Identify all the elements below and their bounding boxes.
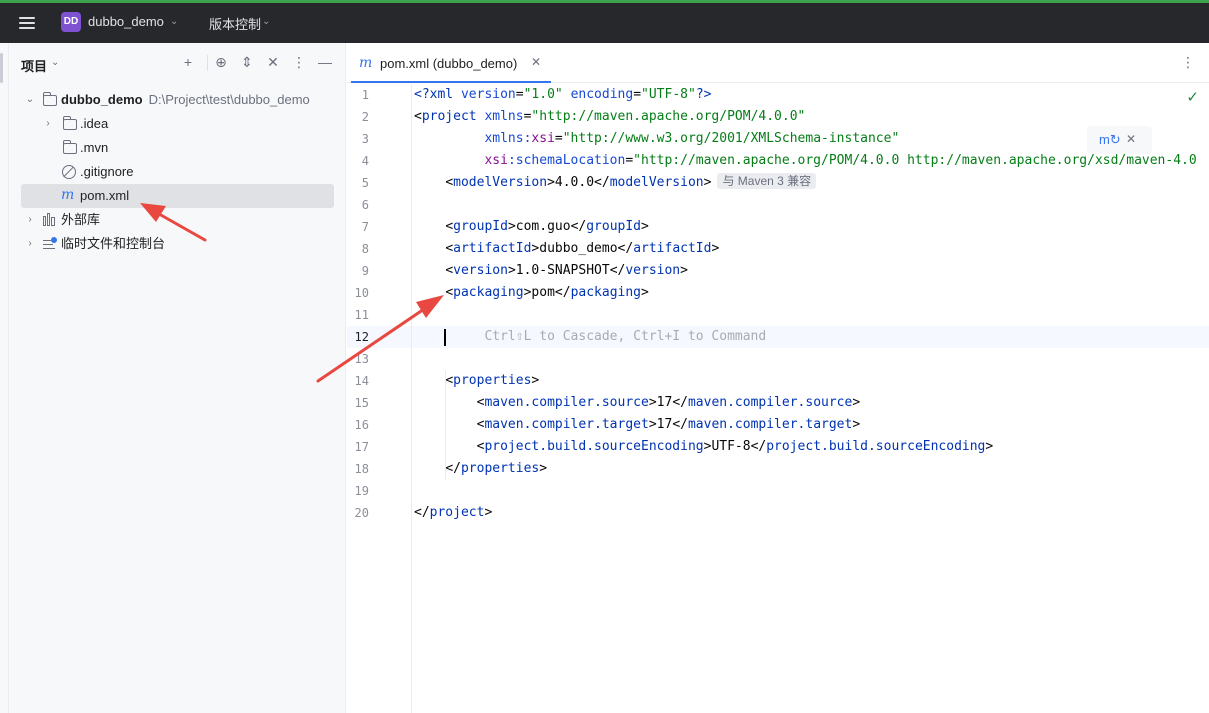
maven-compat-hint[interactable]: 与 Maven 3 兼容 xyxy=(717,173,817,189)
tree-item-path: D:\Project\test\dubbo_demo xyxy=(148,92,310,107)
tree-item-label: .gitignore xyxy=(80,164,134,179)
active-tool-indicator xyxy=(0,53,3,83)
line-number[interactable]: 16 xyxy=(347,414,369,436)
active-tab-indicator xyxy=(351,81,551,83)
tree-item-label: pom.xml xyxy=(80,188,130,203)
code-line-10: <packaging>pom</packaging> xyxy=(445,285,649,300)
vcs-menu[interactable]: 版本控制 xyxy=(209,14,261,33)
line-number[interactable]: 20 xyxy=(347,502,369,524)
tree-item-idea[interactable]: › .idea xyxy=(21,112,334,136)
tree-item-mvn[interactable]: .mvn xyxy=(21,136,334,160)
chevron-down-icon[interactable]: ⌄ xyxy=(170,16,178,27)
line-number[interactable]: 18 xyxy=(347,458,369,480)
tree-item-gitignore[interactable]: .gitignore xyxy=(21,160,334,184)
close-icon[interactable]: ✕ xyxy=(1126,132,1136,146)
code-line-4: xsi:schemaLocation="http://maven.apache.… xyxy=(484,153,1197,168)
line-number[interactable]: 19 xyxy=(347,480,369,502)
expand-all-icon[interactable]: ⇕ xyxy=(238,53,256,71)
code-editor[interactable]: 1 2 3 4 5 6 7 8 9 10 11 12 13 14 15 16 17 18 19 20 ✓ m↻ ✕ <… xyxy=(347,84,1209,713)
line-number[interactable]: 17 xyxy=(347,436,369,458)
line-number[interactable]: 11 xyxy=(347,304,369,326)
code-line-20: </project> xyxy=(414,505,493,520)
code-line-5: <modelVersion>4.0.0</modelVersion> 与 Mave… xyxy=(414,172,817,194)
project-tool-window: 项目 ⌄ + ⊕ ⇕ ✕ ⋮ — ⌄ dubbo_demo D:\Project\… xyxy=(9,43,346,713)
scratches-icon xyxy=(43,237,57,251)
folder-icon xyxy=(63,140,77,154)
line-number[interactable]: 5 xyxy=(347,172,369,194)
code-line-16: <maven.compiler.target>17</maven.compile… xyxy=(476,417,861,432)
title-bar: DD dubbo_demo ⌄ 版本控制 ⌄ xyxy=(0,0,1209,43)
tool-window-strip xyxy=(0,43,9,713)
tab-label: pom.xml (dubbo_demo) xyxy=(380,56,518,71)
code-line-15: <maven.compiler.source>17</maven.compile… xyxy=(476,395,861,410)
code-line-9: <version>1.0-SNAPSHOT</version> xyxy=(445,263,688,278)
ai-hint: Ctrl⇧L to Cascade, Ctrl+I to Command xyxy=(484,329,767,344)
code-line-18: </properties> xyxy=(445,461,548,476)
tree-item-label: 外部库 xyxy=(61,212,101,227)
no-problems-check-icon[interactable]: ✓ xyxy=(1186,88,1199,106)
chevron-right-icon[interactable]: › xyxy=(23,232,37,256)
line-number[interactable]: 13 xyxy=(347,348,369,370)
code-line-3: xmlns:xsi="http://www.w3.org/2001/XMLSch… xyxy=(484,131,900,146)
code-line-14: <properties> xyxy=(445,373,540,388)
line-number[interactable]: 10 xyxy=(347,282,369,304)
line-number[interactable]: 15 xyxy=(347,392,369,414)
line-number-gutter[interactable]: 1 2 3 4 5 6 7 8 9 10 11 12 13 14 15 16 17 18 19 20 xyxy=(347,84,412,713)
maven-icon: m xyxy=(359,55,373,71)
line-number[interactable]: 6 xyxy=(347,194,369,216)
tab-pom-xml[interactable]: m pom.xml (dubbo_demo) ✕ xyxy=(347,43,552,83)
main-menu-icon[interactable] xyxy=(17,13,37,33)
code-line-2: <project xmlns="http://maven.apache.org/… xyxy=(414,109,806,124)
project-switcher[interactable]: dubbo_demo xyxy=(88,14,164,29)
locate-icon[interactable]: ⊕ xyxy=(212,53,230,71)
tree-item-dubbo-demo[interactable]: ⌄ dubbo_demo D:\Project\test\dubbo_demo xyxy=(21,88,334,112)
line-number[interactable]: 4 xyxy=(347,150,369,172)
code-line-12: Ctrl⇧L to Cascade, Ctrl+I to Command xyxy=(414,326,766,348)
chevron-down-icon[interactable]: ⌄ xyxy=(262,16,270,27)
chevron-right-icon[interactable]: › xyxy=(23,208,37,232)
line-number[interactable]: 14 xyxy=(347,370,369,392)
module-folder-icon xyxy=(43,92,57,106)
tree-item-label: .idea xyxy=(80,116,109,131)
chevron-down-icon[interactable]: ⌄ xyxy=(51,57,59,68)
line-number[interactable]: 12 xyxy=(347,326,369,348)
code-line-1: <?xml version="1.0" encoding="UTF-8"?> xyxy=(414,87,712,102)
chevron-right-icon[interactable]: › xyxy=(41,112,55,136)
code-line-17: <project.build.sourceEncoding>UTF-8</pro… xyxy=(476,439,994,454)
tree-item-scratches[interactable]: › 临时文件和控制台 xyxy=(21,232,334,256)
line-number[interactable]: 2 xyxy=(347,106,369,128)
panel-title[interactable]: 项目 xyxy=(21,56,47,75)
add-icon[interactable]: + xyxy=(179,53,197,71)
line-number[interactable]: 7 xyxy=(347,216,369,238)
collapse-all-icon[interactable]: ✕ xyxy=(264,53,282,71)
more-options-icon[interactable]: ⋮ xyxy=(1181,54,1195,71)
line-number[interactable]: 3 xyxy=(347,128,369,150)
code-line-7: <groupId>com.guo</groupId> xyxy=(445,219,649,234)
maven-icon: m xyxy=(61,187,75,203)
close-icon[interactable]: ✕ xyxy=(531,55,541,69)
more-options-icon[interactable]: ⋮ xyxy=(290,53,308,71)
tree-item-pom-xml[interactable]: m pom.xml xyxy=(21,184,334,208)
ignore-file-icon xyxy=(62,165,76,179)
tree-item-label: 临时文件和控制台 xyxy=(61,236,166,251)
line-number[interactable]: 9 xyxy=(347,260,369,282)
library-icon xyxy=(43,213,57,227)
maven-reload-icon[interactable]: m↻ xyxy=(1099,132,1121,148)
project-badge[interactable]: DD xyxy=(61,12,81,32)
line-number[interactable]: 8 xyxy=(347,238,369,260)
folder-icon xyxy=(63,116,77,130)
line-number[interactable]: 1 xyxy=(347,84,369,106)
toolbar-divider xyxy=(207,55,208,71)
tree-item-label: .mvn xyxy=(80,140,109,155)
hide-panel-icon[interactable]: — xyxy=(316,53,334,71)
code-line-8: <artifactId>dubbo_demo</artifactId> xyxy=(445,241,720,256)
tree-item-external-libraries[interactable]: › 外部库 xyxy=(21,208,334,232)
editor-tabs: m pom.xml (dubbo_demo) ✕ ⋮ xyxy=(347,43,1209,83)
tree-item-label: dubbo_demo D:\Project\test\dubbo_demo xyxy=(61,92,310,107)
chevron-down-icon[interactable]: ⌄ xyxy=(23,88,37,112)
